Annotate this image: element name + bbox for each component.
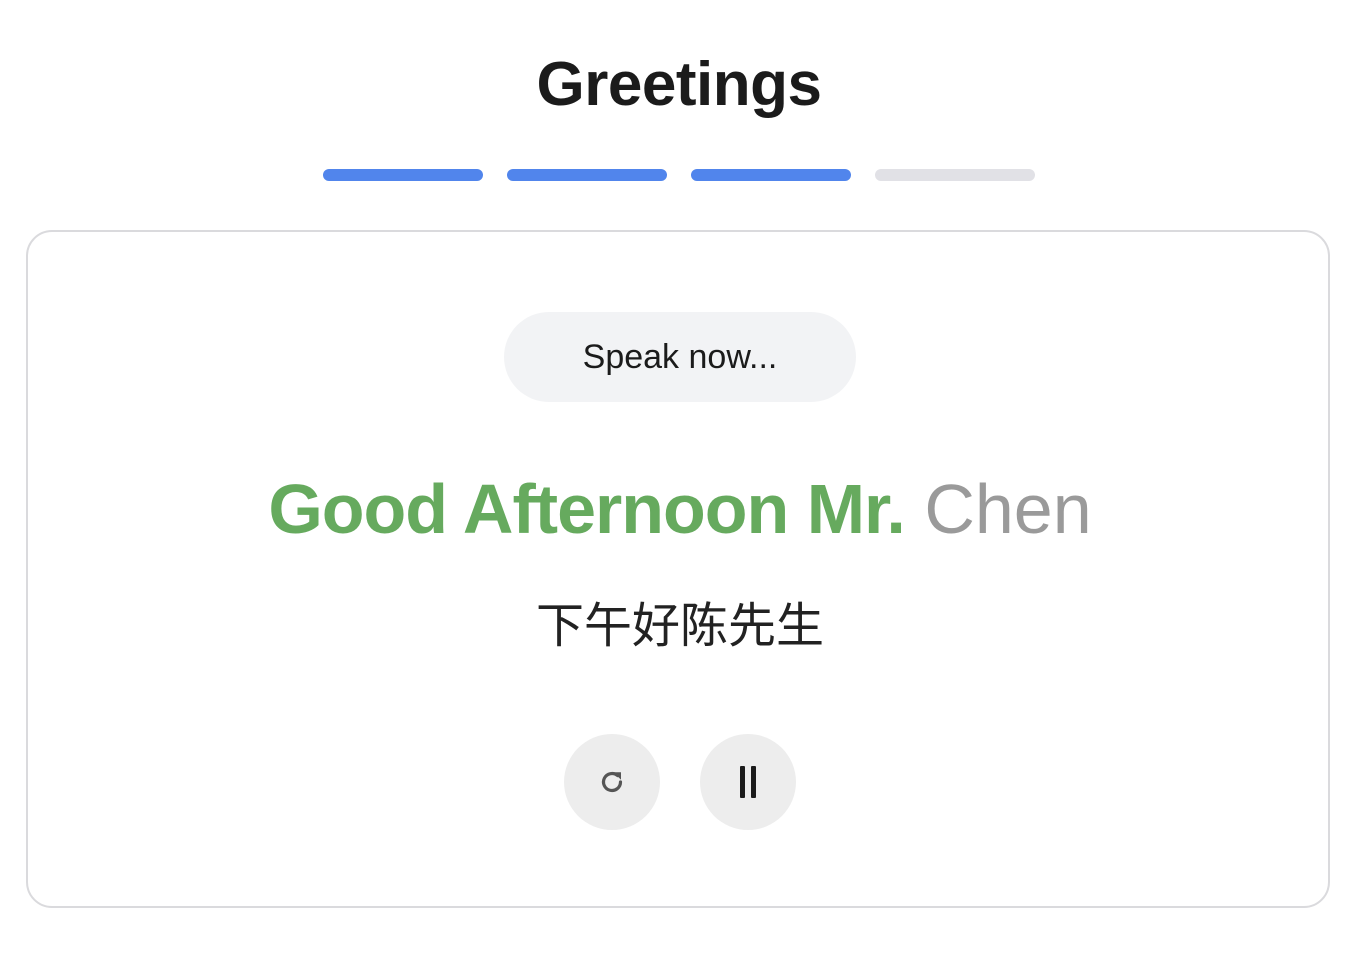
progress-step-4 (875, 169, 1035, 181)
playback-controls (564, 734, 796, 830)
refresh-icon (596, 766, 628, 798)
progress-bar (323, 169, 1035, 181)
speak-now-badge: Speak now... (504, 312, 856, 402)
phrase-spoken-text: Good Afternoon Mr. (268, 470, 906, 548)
target-phrase: Good Afternoon Mr. Chen (28, 466, 1332, 552)
pause-icon (732, 762, 764, 802)
retry-button[interactable] (564, 734, 660, 830)
pause-button[interactable] (700, 734, 796, 830)
lesson-card: Speak now... Good Afternoon Mr. Chen 下午好… (26, 230, 1330, 908)
phrase-translation: 下午好陈先生 (535, 598, 824, 654)
progress-step-2 (507, 169, 667, 181)
phrase-pending-text: Chen (924, 470, 1092, 548)
page-title: Greetings (536, 50, 822, 119)
progress-step-3 (691, 169, 851, 181)
progress-step-1 (323, 169, 483, 181)
